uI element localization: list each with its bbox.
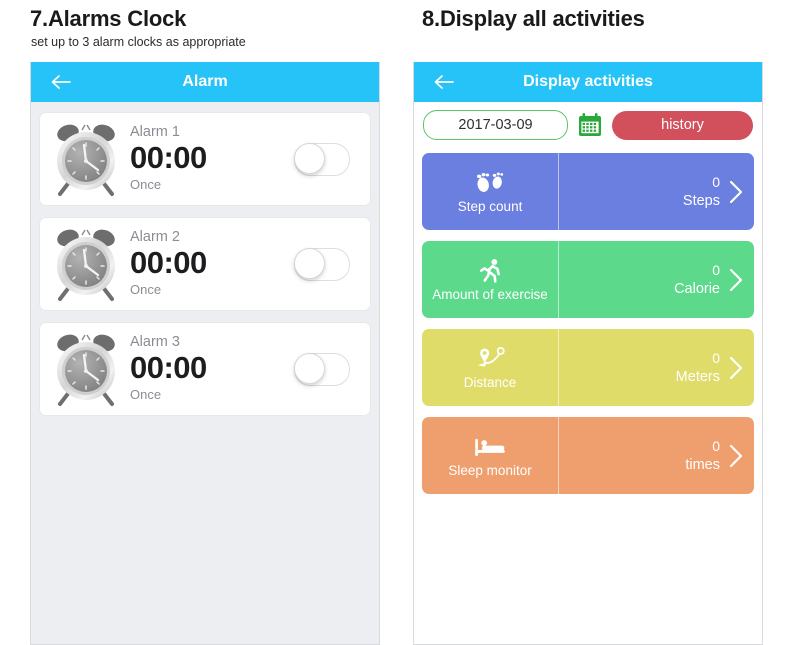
- alarm-time: 00:00: [130, 245, 207, 281]
- activity-card-distance[interactable]: Distance 0 Meters: [422, 329, 754, 406]
- route-pin-icon: [477, 346, 505, 367]
- arrow-left-icon: [51, 75, 71, 89]
- section-subtitle-alarms: set up to 3 alarm clocks as appropriate: [31, 35, 246, 49]
- chevron-right-icon: [729, 268, 743, 291]
- activity-card-sleep-monitor[interactable]: Sleep monitor 0 times: [422, 417, 754, 494]
- activity-card-amount-of-exercise[interactable]: Amount of exercise 0 Calorie: [422, 241, 754, 318]
- alarm-time: 00:00: [130, 350, 207, 386]
- alarm-name: Alarm 2: [130, 229, 180, 246]
- activity-label: Amount of exercise: [432, 286, 548, 302]
- activity-unit: Steps: [682, 193, 720, 209]
- alarm-name: Alarm 3: [130, 334, 180, 351]
- toggle-knob: [294, 247, 325, 279]
- back-button-alarm[interactable]: [49, 72, 73, 92]
- phone-panel-alarm: Alarm Alarm 1 00:00 Once Alarm 2 00:00 O…: [30, 62, 380, 645]
- toggle-knob: [294, 142, 325, 174]
- activity-right: 0 times: [559, 417, 754, 494]
- activity-right: 0 Steps: [559, 153, 754, 230]
- column-alarms: 7.Alarms Clock set up to 3 alarm clocks …: [0, 0, 400, 645]
- activity-unit: times: [685, 457, 720, 473]
- bed-icon: [475, 438, 505, 456]
- history-button[interactable]: history: [612, 110, 753, 140]
- appbar-alarm: Alarm: [31, 62, 379, 102]
- alarm-text-block: Alarm 1 00:00 Once: [130, 124, 294, 193]
- alarm-repeat: Once: [130, 177, 162, 193]
- activity-right: 0 Calorie: [559, 241, 754, 318]
- appbar-title-alarm: Alarm: [182, 73, 228, 90]
- section-title-activities: 8.Display all activities: [422, 6, 645, 31]
- activity-label: Distance: [463, 374, 517, 390]
- section-title-alarms: 7.Alarms Clock: [30, 6, 187, 31]
- alarm-clock-icon: [52, 331, 120, 407]
- activity-value: 0: [712, 350, 720, 366]
- footprints-icon: [477, 171, 504, 192]
- activity-right: 0 Meters: [559, 329, 754, 406]
- chevron-right-icon: [729, 180, 743, 203]
- activity-value: 0: [712, 438, 720, 454]
- alarm-row[interactable]: Alarm 3 00:00 Once: [39, 322, 371, 416]
- activity-unit: Calorie: [674, 281, 720, 297]
- activity-label: Step count: [457, 198, 523, 214]
- alarm-time: 00:00: [130, 140, 207, 176]
- activities-toolbar: 2017-03-09 history: [414, 102, 762, 148]
- arrow-left-icon: [434, 75, 454, 89]
- alarm-list: Alarm 1 00:00 Once Alarm 2 00:00 Once Al…: [31, 102, 379, 416]
- running-icon: [480, 258, 501, 283]
- alarm-text-block: Alarm 2 00:00 Once: [130, 229, 294, 298]
- activity-label: Sleep monitor: [448, 462, 532, 478]
- appbar-title-activities: Display activities: [523, 73, 653, 90]
- alarm-text-block: Alarm 3 00:00 Once: [130, 334, 294, 403]
- activity-left: Step count: [422, 153, 560, 230]
- activity-left: Amount of exercise: [422, 241, 560, 318]
- toggle-knob: [294, 352, 325, 384]
- activity-value: 0: [712, 262, 720, 278]
- alarm-toggle[interactable]: [294, 142, 350, 176]
- appbar-activities: Display activities: [414, 62, 762, 102]
- alarm-row[interactable]: Alarm 2 00:00 Once: [39, 217, 371, 311]
- activity-card-step-count[interactable]: Step count 0 Steps: [422, 153, 754, 230]
- activity-left: Distance: [422, 329, 560, 406]
- alarm-repeat: Once: [130, 282, 162, 298]
- alarm-toggle[interactable]: [294, 352, 350, 386]
- calendar-icon[interactable]: [577, 112, 603, 138]
- activities-list: Step count 0 Steps Amount of exercise 0 …: [414, 148, 762, 494]
- chevron-right-icon: [729, 356, 743, 379]
- phone-panel-activities: Display activities 2017-03-09 history St…: [413, 62, 763, 645]
- alarm-row[interactable]: Alarm 1 00:00 Once: [39, 112, 371, 206]
- chevron-right-icon: [729, 444, 743, 467]
- alarm-clock-icon: [52, 121, 120, 197]
- activity-left: Sleep monitor: [422, 417, 560, 494]
- alarm-clock-icon: [52, 226, 120, 302]
- date-input[interactable]: 2017-03-09: [423, 110, 568, 140]
- alarm-repeat: Once: [130, 387, 162, 403]
- back-button-activities[interactable]: [432, 72, 456, 92]
- alarm-name: Alarm 1: [130, 124, 180, 141]
- screenshot-root: 7.Alarms Clock set up to 3 alarm clocks …: [0, 0, 800, 645]
- alarm-toggle[interactable]: [294, 247, 350, 281]
- activity-value: 0: [712, 174, 720, 190]
- column-activities: 8.Display all activities Display activit…: [400, 0, 800, 645]
- activity-unit: Meters: [675, 369, 720, 385]
